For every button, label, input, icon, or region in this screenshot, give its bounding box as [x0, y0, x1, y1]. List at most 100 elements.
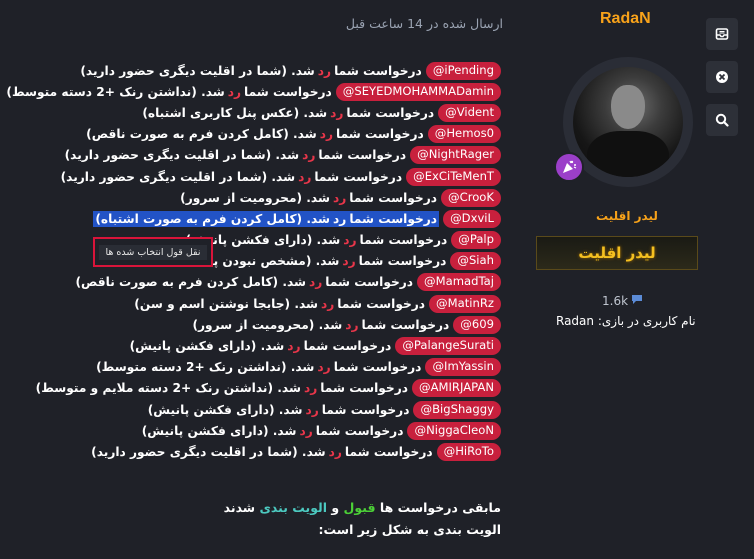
- line-text: درخواست شماردشد. (شما در اقلیت دیگری حضو…: [91, 445, 432, 459]
- line-text: درخواست شماردشد. (شما در اقلیت دیگری حضو…: [80, 64, 421, 78]
- user-mention[interactable]: Palp@: [451, 231, 501, 250]
- rejected-label: رد: [330, 105, 344, 120]
- username[interactable]: RadaN: [600, 10, 651, 28]
- line-text: درخواست شماردشد. (کامل کردن فرم به صورت …: [93, 210, 440, 227]
- line-text: درخواست شماردشد. (دارای فکشن پانیش): [186, 233, 448, 247]
- request-text: درخواست شما: [334, 63, 422, 78]
- inbox-icon: [715, 28, 729, 40]
- reason-text: شد. (کامل کردن فرم به صورت اشتباه): [95, 211, 331, 226]
- request-text: درخواست شما: [346, 105, 435, 120]
- reason-text: شد. (محرومیت از سرور): [192, 317, 343, 332]
- reason-text: شد. (شما در اقلیت دیگری حضور دارید): [64, 148, 300, 163]
- post-line: AMIRJAPAN@ درخواست شماردشد. (نداشتن رنک +…: [36, 378, 501, 399]
- user-mention[interactable]: iPending@: [425, 61, 501, 80]
- line-text: درخواست شماردشد. (شما در اقلیت دیگری حضو…: [61, 170, 402, 184]
- rejected-label: رد: [305, 402, 319, 417]
- footer-line-1: مابقی درخواست ها قبول و الویت بندی شدند: [224, 500, 501, 522]
- footer-and: و: [331, 500, 340, 515]
- reason-text: شد. (شما در اقلیت دیگری حضور دارید): [91, 444, 326, 459]
- post-line: DxviL@ درخواست شماردشد. (کامل کردن فرم به…: [61, 208, 501, 229]
- post-line: Hemos0@ درخواست شماردشد. (کامل کردن فرم ب…: [61, 124, 501, 145]
- line-text: درخواست شماردشد. (کامل کردن فرم به صورت …: [75, 275, 413, 289]
- rejected-label: رد: [299, 423, 313, 438]
- rejected-label: رد: [321, 296, 335, 311]
- quote-selection-label[interactable]: نقل قول انتخاب شده ها: [99, 244, 207, 260]
- request-text: درخواست شما: [359, 233, 448, 248]
- line-text: درخواست شماردشد. (عکس پنل کاربری اشتباه): [142, 106, 434, 120]
- party-popper-icon: [554, 152, 584, 182]
- rejected-label: رد: [287, 339, 301, 354]
- rejected-label: رد: [309, 275, 323, 290]
- user-mention[interactable]: 609@: [453, 315, 501, 334]
- reason-text: شد. (عکس پنل کاربری اشتباه): [142, 105, 328, 120]
- footer-text: مابقی درخواست ها: [379, 500, 501, 515]
- line-text: درخواست شماردشد. (کامل کردن فرم به صورت …: [86, 127, 424, 141]
- reason-text: شد. (شما در اقلیت دیگری حضور دارید): [80, 63, 315, 78]
- request-text: درخواست شما: [314, 169, 403, 184]
- line-text: درخواست شماردشد. (جابجا نوشتن اسم و سن): [134, 297, 425, 311]
- request-text: درخواست شما: [358, 254, 447, 269]
- rejected-label: رد: [333, 211, 347, 226]
- message-count-value: 1.6k: [602, 294, 629, 308]
- role-banner-text: لیدر اقلیت: [578, 244, 656, 262]
- user-mention[interactable]: Hemos0@: [427, 125, 501, 144]
- user-mention[interactable]: Siah@: [450, 252, 501, 271]
- reason-text: شد. (کامل کردن فرم به صورت ناقص): [75, 275, 307, 290]
- footer-line-2: الویت بندی به شکل زیر است:: [318, 522, 501, 537]
- user-mention[interactable]: BigShaggy@: [413, 400, 501, 419]
- request-text: درخواست شما: [244, 84, 332, 99]
- user-mention[interactable]: NightRager@: [410, 146, 501, 165]
- rejected-label: رد: [317, 63, 332, 78]
- side-toolbar: [706, 18, 738, 147]
- request-text: درخواست شما: [349, 211, 438, 226]
- chat-bubble-icon: [631, 294, 643, 308]
- user-mention[interactable]: MatinRz@: [429, 294, 501, 313]
- avatar[interactable]: [573, 67, 683, 177]
- close-button[interactable]: [706, 61, 738, 93]
- post-line: CrooK@ درخواست شماردشد. (محرومیت از سرور): [61, 187, 501, 208]
- user-mention[interactable]: NiggaCleoN@: [407, 421, 501, 440]
- user-mention[interactable]: ExCiTeMenT@: [406, 167, 501, 186]
- line-text: درخواست شماردشد. (نداشتن رنک +2 دسته متو…: [6, 85, 331, 99]
- request-text: درخواست شما: [320, 381, 408, 396]
- user-mention[interactable]: DxviL@: [443, 209, 501, 228]
- quote-selection-tooltip[interactable]: نقل قول انتخاب شده ها: [93, 237, 213, 267]
- user-mention[interactable]: MamadTaj@: [417, 273, 501, 292]
- rejected-label: رد: [317, 360, 331, 375]
- message-count: 1.6k: [602, 294, 643, 308]
- ingame-name: نام کاربری در بازی: Radan: [556, 314, 696, 328]
- post-line: BigShaggy@ درخواست شماردشد. (دارای فکشن پ…: [61, 399, 501, 420]
- rejected-label: رد: [343, 233, 357, 248]
- post-line: NightRager@ درخواست شماردشد. (شما در اقلی…: [61, 145, 501, 166]
- post-line: iPending@ درخواست شماردشد. (شما در اقلیت …: [61, 60, 501, 81]
- rejected-label: رد: [302, 148, 316, 163]
- close-icon: [716, 71, 728, 83]
- user-mention[interactable]: ImYassin@: [425, 358, 501, 377]
- rejected-label: رد: [303, 381, 318, 396]
- reason-text: شد. (جابجا نوشتن اسم و سن): [134, 296, 318, 311]
- reason-text: شد. (محرومیت از سرور): [180, 190, 330, 205]
- request-text: درخواست شما: [333, 360, 422, 375]
- user-mention[interactable]: CrooK@: [441, 188, 501, 207]
- post-line: ImYassin@ درخواست شماردشد. (نداشتن رنک +2…: [61, 357, 501, 378]
- post-line: HiRoTo@ درخواست شماردشد. (شما در اقلیت دی…: [61, 441, 501, 462]
- post-content: ارسال شده در 14 ساعت قبل iPending@ درخواس…: [6, 0, 515, 559]
- request-text: درخواست شما: [361, 317, 450, 332]
- user-mention[interactable]: AMIRJAPAN@: [411, 379, 501, 398]
- search-button[interactable]: [706, 104, 738, 136]
- user-mention[interactable]: HiRoTo@: [436, 442, 501, 461]
- post-line: ExCiTeMenT@ درخواست شماردشد. (شما در اقلی…: [61, 166, 501, 187]
- request-text: درخواست شما: [349, 190, 437, 205]
- user-card: RadaN لیدر اقلیت لیدر اقلیت 1.6k نام کار…: [530, 0, 700, 559]
- request-text: درخواست شما: [337, 296, 426, 311]
- accepted-label: قبول: [343, 500, 376, 515]
- user-mention[interactable]: PalangeSurati@: [395, 337, 501, 356]
- rejected-label: رد: [298, 169, 312, 184]
- rejected-label: رد: [345, 317, 359, 332]
- ingame-value: Radan: [556, 314, 595, 328]
- user-mention[interactable]: Vident@: [438, 103, 501, 122]
- inbox-button[interactable]: [706, 18, 738, 50]
- user-mention[interactable]: SEYEDMOHAMMADamin@: [335, 82, 501, 101]
- search-icon: [715, 113, 729, 127]
- reason-text: شد. (نداشتن رنک +2 دسته متوسط): [6, 84, 225, 99]
